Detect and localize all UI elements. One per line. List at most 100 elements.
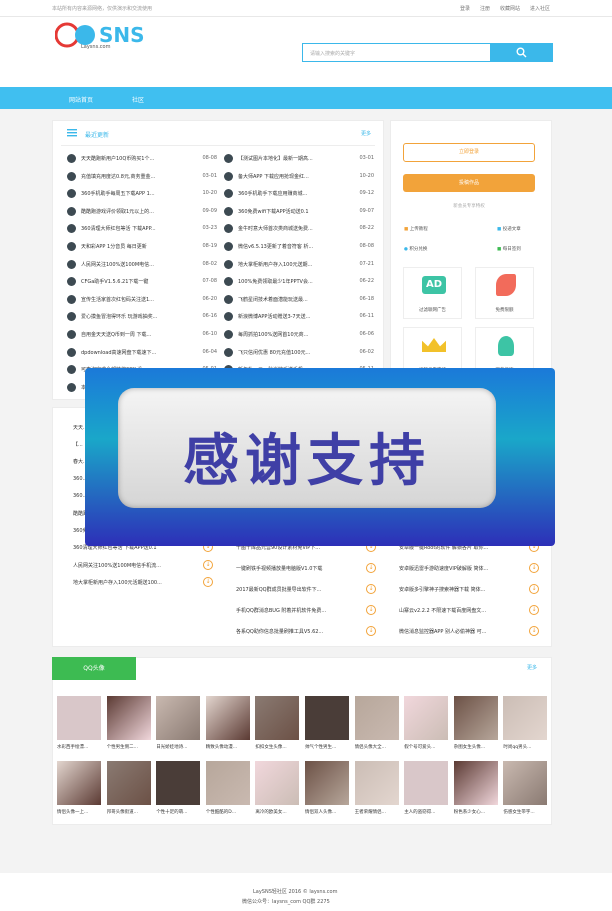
news-item[interactable]: 100%免费领取最少1年PPTV会... 06-22 [224,276,374,288]
tab-qq-avatar[interactable]: QQ头像 [52,657,136,680]
news-item[interactable]: 飞鹤星闭技术着面潜能玩送最... 06-18 [224,294,374,306]
software-item[interactable]: 微信消息监控器APP 别人必偷神器 可... ↓ [399,626,539,638]
download-icon[interactable]: ↓ [203,559,213,570]
nav-home[interactable]: 网站首页 [69,95,93,104]
news-item[interactable]: dpdownload高速网盘下载速下... 06-04 [67,347,217,359]
software-item[interactable]: 地大掌柜新用户存入100元活期送100... ↓ [73,576,213,589]
avatar-thumbnail[interactable] [503,696,548,740]
avatar-thumbnail[interactable] [156,761,201,805]
avatar-thumbnail[interactable] [255,696,300,740]
news-item[interactable]: 地大掌柜新用户存入100元送期... 07-21 [224,259,374,271]
login-button[interactable]: 立即登录 [403,143,535,162]
news-item[interactable]: 天和彩APP 1分音员 每日更新 08-19 [67,241,217,253]
login-link[interactable]: 登录 [460,5,470,12]
avatar-caption[interactable]: 情侣头像一上... [57,809,107,815]
software-item[interactable]: 山寨云v2.2.2 不限速下载百度网盘文... ↓ [399,605,539,617]
avatar-caption[interactable]: 主人的盗窃得... [404,809,454,815]
news-item[interactable]: CFGa助手V1.5.6.21下载一键 07-08 [67,276,217,288]
download-icon[interactable]: ↓ [529,563,539,573]
download-icon[interactable]: ↓ [529,605,539,615]
avatar-caption[interactable]: 离冷的欧美女... [255,809,305,815]
avatar-thumbnail[interactable] [404,761,449,805]
avatar-thumbnail[interactable] [255,761,300,805]
software-item[interactable]: 各系QQ助你信息批量刷推工具V5.62... ↓ [236,626,376,638]
avatar-thumbnail[interactable] [354,696,399,740]
news-item[interactable]: 自用金天天送Q币到一周 下载... 06-10 [67,329,217,341]
avatar-caption[interactable]: 伤感女生带字... [503,809,553,815]
news-item[interactable]: 360免费wifi下载APP活动送0.1 09-07 [224,206,374,218]
avatar-caption[interactable]: 水彩西手绘漂... [57,744,107,750]
avatar-caption[interactable]: 日光娇娃地诗... [156,744,206,750]
software-item[interactable]: 手机QQ群消息BUG 附着并机软件免费... ↓ [236,605,376,617]
download-icon[interactable]: ↓ [366,563,376,573]
news-item[interactable]: 宣传生活家首次红包码关注送1... 06-20 [67,294,217,306]
avatar-thumbnail[interactable] [453,696,498,740]
software-item[interactable]: 一键刷铁手视频播放量电脑版V1.0下载 ↓ [236,563,376,575]
bookmark-link[interactable]: 收藏网站 [500,5,520,12]
download-icon[interactable]: ↓ [366,584,376,594]
post-button[interactable]: 投稿作品 [403,174,535,192]
community-link[interactable]: 进入社区 [530,5,550,12]
avatar-thumbnail[interactable] [305,761,349,805]
avatar-thumbnail[interactable] [503,761,548,805]
avatar-caption[interactable]: 邦哥头像街道... [107,809,157,815]
card-ad-filter[interactable]: AD 过滤联网广告 [403,267,462,319]
avatar-caption[interactable]: 假个号可爱头... [404,744,454,750]
avatar-caption[interactable]: 粉色系少女心... [454,809,504,815]
news-item[interactable]: 备大师APP 下载应用抢现金红... 10-20 [224,171,374,183]
avatar-thumbnail[interactable] [57,761,101,805]
download-icon[interactable]: ↓ [203,576,213,587]
avatar-thumbnail[interactable] [404,696,449,740]
avatar-thumbnail[interactable] [305,696,349,740]
avatar-thumbnail[interactable] [453,761,498,805]
news-item[interactable]: 充值填充用度达0.8元,商务重金... 03-01 [67,171,217,183]
software-item[interactable]: 2017最新QQ群成员批量导出软件下... ↓ [236,584,376,596]
avatar-thumbnail[interactable] [106,696,151,740]
download-icon[interactable]: ↓ [366,626,376,636]
news-item[interactable]: 天天酷跑新用户10Q币购买1个... 08-08 [67,153,217,165]
download-icon[interactable]: ↓ [529,584,539,594]
avatar-thumbnail[interactable] [156,696,201,740]
news-item[interactable]: 金牛时意大师首次类商城送免费... 08-22 [224,223,374,235]
software-item[interactable]: 人民网关注100%送100M电信手机流... ↓ [73,559,213,572]
qq-more-link[interactable]: 更多 [527,664,537,671]
software-item[interactable]: 安卓版迅雷手游助速度VIP破解版 简体... ↓ [399,563,539,575]
news-item[interactable]: 飞只信闲优惠 80元充值100元... 06-02 [224,347,374,359]
avatar-caption[interactable]: 情侣头像大全... [355,744,405,750]
avatar-thumbnail[interactable] [205,761,250,805]
news-item[interactable]: 【测试图片本地化】最新一期高... 03-01 [224,153,374,165]
avatar-caption[interactable]: 情侣双人头像... [305,809,355,815]
register-link[interactable]: 注册 [480,5,490,12]
avatar-thumbnail[interactable] [205,696,250,740]
news-item[interactable]: 360手机助手下载应用赚商城... 09-12 [224,188,374,200]
avatar-caption[interactable]: 时尚qq男头... [503,744,553,750]
news-item[interactable]: 360清理大师红包等活 下载APP... 03-23 [67,223,217,235]
avatar-caption[interactable]: 个性男生侧二... [107,744,157,750]
avatar-caption[interactable]: 杂图女生头像... [454,744,504,750]
download-icon[interactable]: ↓ [366,605,376,615]
news-item[interactable]: 爱心摸鱼冒泡得环乐 玩游戏抽奖... 06-16 [67,311,217,323]
avatar-caption[interactable]: 个性酷酷的D... [206,809,256,815]
search-button[interactable] [490,43,553,62]
news-item[interactable]: 酷酷跑游戏评价领取1元以上的... 09-09 [67,206,217,218]
avatar-thumbnail[interactable] [57,696,101,740]
card-free-quota[interactable]: 免费限额 [475,267,534,319]
avatar-caption[interactable]: 王者荣耀情侣... [355,809,405,815]
news-item[interactable]: 人民网关注100%送100M电信... 08-02 [67,259,217,271]
news-item[interactable]: 微信v6.5.13更新了着音符客 析... 08-08 [224,241,374,253]
news-item[interactable]: 新浪微博APP活动赠送3-7天送... 06-11 [224,311,374,323]
nav-community[interactable]: 社区 [132,95,144,104]
avatar-caption[interactable]: 帅气个性男生... [305,744,355,750]
avatar-caption[interactable]: 扣扣女生头像... [255,744,305,750]
news-item[interactable]: 每周抓拍100%送网首10元商... 06-06 [224,329,374,341]
avatar-caption[interactable]: 精致头像动漫... [206,744,256,750]
news-more-link[interactable]: 更多 [361,130,371,137]
site-logo[interactable]: SNS Laysns.com [54,20,180,50]
avatar-thumbnail[interactable] [354,761,399,805]
avatar-thumbnail[interactable] [106,761,151,805]
news-item[interactable]: 360手机助手每周五下载APP 1... 10-20 [67,188,217,200]
avatar-caption[interactable]: 个性十足的萌... [156,809,206,815]
download-icon[interactable]: ↓ [529,626,539,636]
software-item[interactable]: 安卓版多引擎神子搜索神器下载 简体... ↓ [399,584,539,596]
search-input[interactable]: 请输入搜索的关键字 [302,43,492,62]
